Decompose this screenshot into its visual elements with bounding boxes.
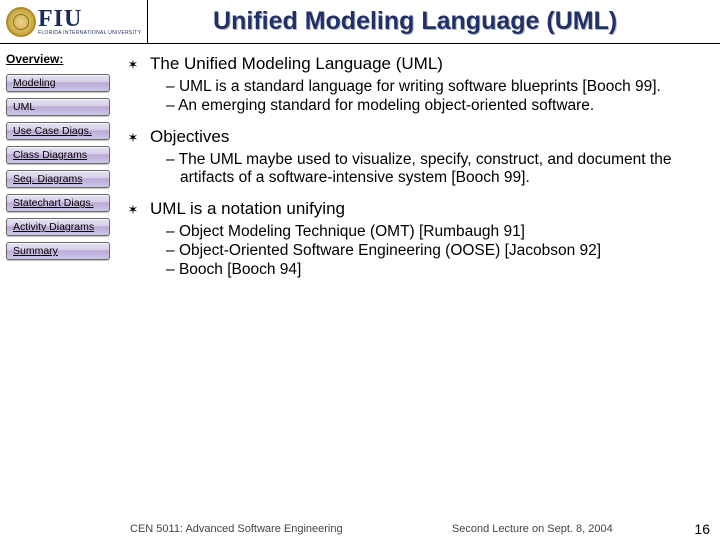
list-item: UML is a standard language for writing s… — [166, 78, 694, 96]
logo-text: FIU — [38, 7, 141, 31]
logo: FIU FLORIDA INTERNATIONAL UNIVERSITY — [6, 7, 141, 37]
bullet-title: UML is a notation unifying — [150, 199, 345, 219]
header: FIU FLORIDA INTERNATIONAL UNIVERSITY Uni… — [0, 0, 720, 44]
star-bullet-icon: ✶ — [126, 54, 140, 76]
sidebar-item-activity[interactable]: Activity Diagrams — [6, 218, 110, 236]
list-item: Object-Oriented Software Engineering (OO… — [166, 242, 694, 260]
sub-list: Object Modeling Technique (OMT) [Rumbaug… — [166, 223, 694, 279]
sidebar-item-statechart[interactable]: Statechart Diags. — [6, 194, 110, 212]
star-bullet-icon: ✶ — [126, 199, 140, 221]
sidebar-item-use-case[interactable]: Use Case Diags. — [6, 122, 110, 140]
footer-course: CEN 5011: Advanced Software Engineering — [130, 523, 343, 535]
page-title: Unified Modeling Language (UML) — [156, 7, 714, 36]
footer: CEN 5011: Advanced Software Engineering … — [0, 520, 720, 540]
footer-lecture: Second Lecture on Sept. 8, 2004 — [343, 523, 682, 535]
bullet-title: The Unified Modeling Language (UML) — [150, 54, 443, 74]
content: ✶ The Unified Modeling Language (UML) UM… — [116, 44, 720, 520]
list-item: Object Modeling Technique (OMT) [Rumbaug… — [166, 223, 694, 241]
list-item: The UML maybe used to visualize, specify… — [166, 151, 694, 187]
star-bullet-icon: ✶ — [126, 127, 140, 149]
university-seal-icon — [6, 7, 36, 37]
bullet-item: ✶ Objectives The UML maybe used to visua… — [126, 127, 694, 187]
page-number: 16 — [682, 521, 710, 537]
sidebar: Overview: Modeling UML Use Case Diags. C… — [0, 44, 116, 520]
sidebar-item-modeling[interactable]: Modeling — [6, 74, 110, 92]
bullet-item: ✶ The Unified Modeling Language (UML) UM… — [126, 54, 694, 115]
logo-text-box: FIU FLORIDA INTERNATIONAL UNIVERSITY — [38, 7, 141, 36]
logo-subtext: FLORIDA INTERNATIONAL UNIVERSITY — [38, 31, 141, 36]
sidebar-heading: Overview: — [6, 52, 110, 66]
sidebar-item-class-diagrams[interactable]: Class Diagrams — [6, 146, 110, 164]
header-divider — [147, 0, 148, 43]
list-item: Booch [Booch 94] — [166, 261, 694, 279]
bullet-title: Objectives — [150, 127, 229, 147]
sidebar-item-summary[interactable]: Summary — [6, 242, 110, 260]
sub-list: The UML maybe used to visualize, specify… — [166, 151, 694, 187]
bullet-item: ✶ UML is a notation unifying Object Mode… — [126, 199, 694, 279]
sidebar-item-seq-diagrams[interactable]: Seq. Diagrams — [6, 170, 110, 188]
body: Overview: Modeling UML Use Case Diags. C… — [0, 44, 720, 520]
sub-list: UML is a standard language for writing s… — [166, 78, 694, 115]
sidebar-item-uml[interactable]: UML — [6, 98, 110, 116]
list-item: An emerging standard for modeling object… — [166, 97, 694, 115]
